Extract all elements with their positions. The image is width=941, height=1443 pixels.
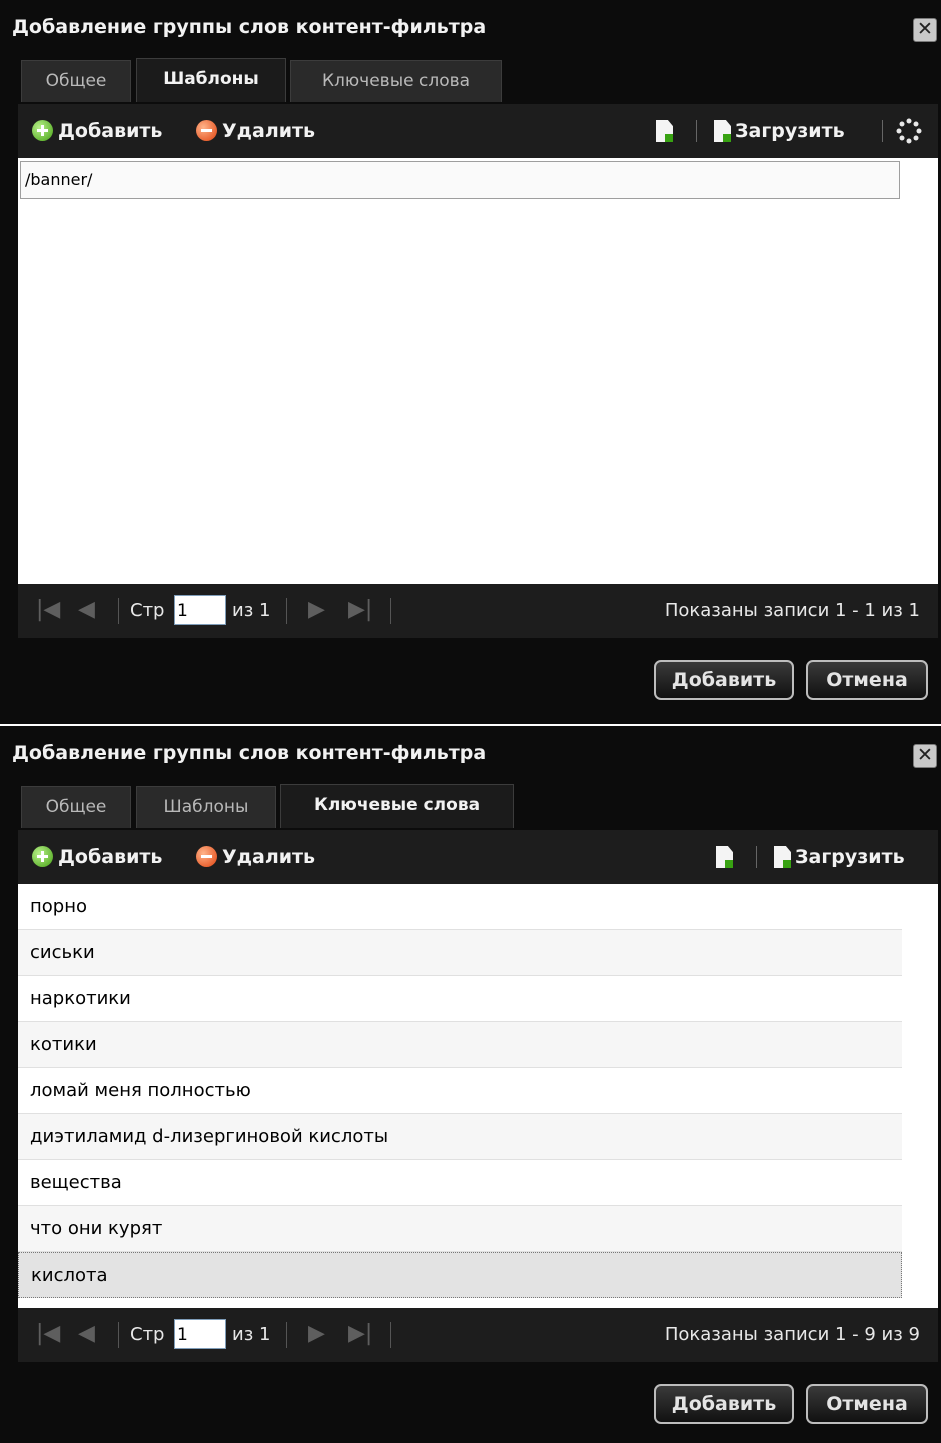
table-row[interactable]: наркотики [18, 976, 902, 1022]
cancel-button[interactable]: Отмена [806, 1384, 928, 1424]
table-row-selected[interactable]: кислота [18, 1252, 902, 1298]
last-page-icon[interactable]: ▶| [348, 1320, 372, 1348]
table-row[interactable]: что они курят [18, 1206, 902, 1252]
toolbar: Добавить Удалить Загрузить [18, 104, 938, 158]
add-word-group-dialog-patterns: Добавление группы слов контент-фильтра ✕… [0, 0, 941, 724]
submit-add-button[interactable]: Добавить [654, 1384, 794, 1424]
dialog-title: Добавление группы слов контент-фильтра [12, 16, 487, 38]
export-document-icon [656, 120, 673, 142]
toolbar-separator [882, 120, 883, 142]
loading-spinner-icon[interactable] [896, 118, 922, 144]
upload-button[interactable]: Загрузить [714, 118, 845, 144]
delete-button-label: Удалить [222, 120, 316, 142]
export-button[interactable] [656, 118, 673, 144]
export-button[interactable] [716, 844, 733, 870]
table-row[interactable]: вещества [18, 1160, 902, 1206]
dialog-title: Добавление группы слов контент-фильтра [12, 742, 487, 764]
pagination-bar: |◀ ◀ Стр 1 из 1 ▶ ▶| Показаны записи 1 -… [18, 1308, 938, 1362]
records-summary: Показаны записи 1 - 9 из 9 [664, 1324, 920, 1345]
add-button-label: Добавить [58, 120, 163, 142]
table-row[interactable]: сиськи [18, 930, 902, 976]
pager-separator [286, 1322, 287, 1348]
page-count-label: из 1 [232, 600, 271, 621]
delete-button[interactable]: Удалить [196, 118, 315, 144]
pager-separator [118, 1322, 119, 1348]
add-word-group-dialog-keywords: Добавление группы слов контент-фильтра ✕… [0, 726, 941, 1443]
pager-separator [390, 1322, 391, 1348]
upload-button[interactable]: Загрузить [774, 844, 905, 870]
add-circle-icon [32, 120, 53, 141]
toolbar-separator [696, 120, 697, 142]
first-page-icon[interactable]: |◀ [36, 596, 60, 624]
pager-separator [286, 598, 287, 624]
page-number-input[interactable]: 1 [174, 595, 226, 625]
prev-page-icon[interactable]: ◀ [78, 1320, 95, 1348]
tab-keywords[interactable]: Ключевые слова [280, 784, 514, 828]
tab-bar: Общее Шаблоны Ключевые слова [18, 784, 938, 828]
add-circle-icon [32, 846, 53, 867]
tab-keywords[interactable]: Ключевые слова [290, 60, 502, 102]
add-button[interactable]: Добавить [32, 118, 162, 144]
close-icon[interactable]: ✕ [913, 744, 937, 768]
tab-patterns[interactable]: Шаблоны [136, 786, 276, 828]
records-summary: Показаны записи 1 - 1 из 1 [664, 600, 920, 621]
upload-button-label: Загрузить [735, 120, 845, 142]
toolbar: Добавить Удалить Загрузить [18, 830, 938, 884]
pager-separator [118, 598, 119, 624]
tab-patterns[interactable]: Шаблоны [136, 58, 286, 102]
upload-document-icon [774, 846, 791, 868]
next-page-icon[interactable]: ▶ [308, 596, 325, 624]
add-button[interactable]: Добавить [32, 844, 162, 870]
page-label: Стр [130, 600, 165, 621]
tab-general[interactable]: Общее [21, 60, 131, 102]
close-icon[interactable]: ✕ [913, 18, 937, 42]
delete-button-label: Удалить [222, 846, 316, 868]
dialog-titlebar[interactable]: Добавление группы слов контент-фильтра ✕ [0, 726, 941, 780]
delete-circle-icon [196, 120, 217, 141]
tab-bar: Общее Шаблоны Ключевые слова [18, 58, 938, 102]
upload-document-icon [714, 120, 731, 142]
last-page-icon[interactable]: ▶| [348, 596, 372, 624]
upload-button-label: Загрузить [795, 846, 905, 868]
table-row[interactable]: диэтиламид d-лизергиновой кислоты [18, 1114, 902, 1160]
tab-general[interactable]: Общее [21, 786, 131, 828]
page-number-input[interactable]: 1 [174, 1319, 226, 1349]
next-page-icon[interactable]: ▶ [308, 1320, 325, 1348]
page-label: Стр [130, 1324, 165, 1345]
pager-separator [390, 598, 391, 624]
table-row[interactable]: /banner/ [20, 161, 900, 199]
patterns-grid: /banner/ [18, 158, 938, 584]
table-row[interactable]: ломай меня полностью [18, 1068, 902, 1114]
delete-button[interactable]: Удалить [196, 844, 315, 870]
first-page-icon[interactable]: |◀ [36, 1320, 60, 1348]
toolbar-separator [756, 846, 757, 868]
table-row[interactable]: котики [18, 1022, 902, 1068]
cancel-button[interactable]: Отмена [806, 660, 928, 700]
pagination-bar: |◀ ◀ Стр 1 из 1 ▶ ▶| Показаны записи 1 -… [18, 584, 938, 638]
delete-circle-icon [196, 846, 217, 867]
table-row[interactable]: порно [18, 884, 902, 930]
dialog-titlebar[interactable]: Добавление группы слов контент-фильтра ✕ [0, 0, 941, 54]
submit-add-button[interactable]: Добавить [654, 660, 794, 700]
prev-page-icon[interactable]: ◀ [78, 596, 95, 624]
page-count-label: из 1 [232, 1324, 271, 1345]
add-button-label: Добавить [58, 846, 163, 868]
export-document-icon [716, 846, 733, 868]
keywords-grid: порно сиськи наркотики котики ломай меня… [18, 884, 938, 1308]
